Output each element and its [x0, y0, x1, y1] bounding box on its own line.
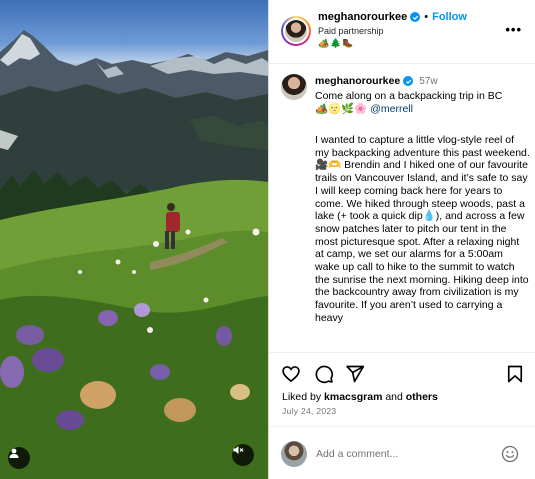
- liked-and: and: [382, 391, 406, 403]
- liked-by-user-link[interactable]: kmacsgram: [324, 391, 382, 403]
- post-media-video[interactable]: [0, 0, 268, 479]
- heart-icon[interactable]: [281, 364, 301, 384]
- mute-toggle-button[interactable]: [232, 444, 254, 466]
- smiley-icon[interactable]: [501, 445, 519, 463]
- post-details-panel: meghanorourkee • Follow Paid partnership…: [268, 0, 535, 479]
- current-user-avatar: [281, 441, 307, 467]
- more-options-button[interactable]: •••: [505, 22, 522, 37]
- caption-author-avatar[interactable]: [281, 74, 307, 100]
- liked-others-link[interactable]: others: [406, 391, 438, 403]
- author-username[interactable]: meghanorourkee: [318, 11, 407, 23]
- header-emoji-line: 🏕️🌲🥾: [318, 38, 355, 48]
- action-bar: [269, 360, 535, 388]
- post-time-ago[interactable]: 57w: [419, 76, 437, 87]
- share-icon[interactable]: [345, 364, 365, 384]
- post-date[interactable]: July 24, 2023: [282, 406, 336, 416]
- likes-summary: Liked by kmacsgram and others: [282, 391, 438, 403]
- caption-username[interactable]: meghanorourkee: [315, 75, 400, 87]
- user-tags-button[interactable]: [8, 447, 30, 469]
- bookmark-icon[interactable]: [505, 364, 525, 384]
- verified-badge-icon: [410, 12, 421, 22]
- liked-by-prefix: Liked by: [282, 391, 325, 403]
- verified-badge-icon: [403, 76, 414, 86]
- mention-link[interactable]: @merrell: [370, 103, 413, 115]
- landscape-scene: [0, 30, 268, 479]
- caption-title-emoji: 🏕️🌝🌿🌸: [315, 103, 368, 115]
- caption-title: Come along on a backpacking trip in BC 🏕…: [315, 90, 530, 116]
- divider: [269, 426, 535, 427]
- paid-partnership-label[interactable]: Paid partnership: [318, 26, 384, 36]
- add-comment-input[interactable]: [316, 446, 486, 462]
- caption-body-text: I wanted to capture a little vlog-style …: [315, 134, 530, 324]
- separator-dot: •: [424, 11, 429, 23]
- author-avatar: [285, 20, 307, 42]
- author-avatar-story-ring[interactable]: [281, 16, 311, 46]
- muted-speaker-icon: [233, 446, 244, 454]
- author-line: meghanorourkee • Follow: [318, 11, 467, 23]
- divider: [269, 352, 535, 353]
- caption-section: meghanorourkee 57w Come along on a backp…: [269, 64, 535, 352]
- caption-author-line: meghanorourkee 57w: [315, 75, 438, 87]
- user-tag-icon: [9, 448, 19, 458]
- caption-title-text: Come along on a backpacking trip in BC: [315, 90, 503, 102]
- comment-icon[interactable]: [314, 364, 334, 384]
- post-header: meghanorourkee • Follow Paid partnership…: [269, 0, 535, 64]
- follow-button[interactable]: Follow: [432, 11, 467, 23]
